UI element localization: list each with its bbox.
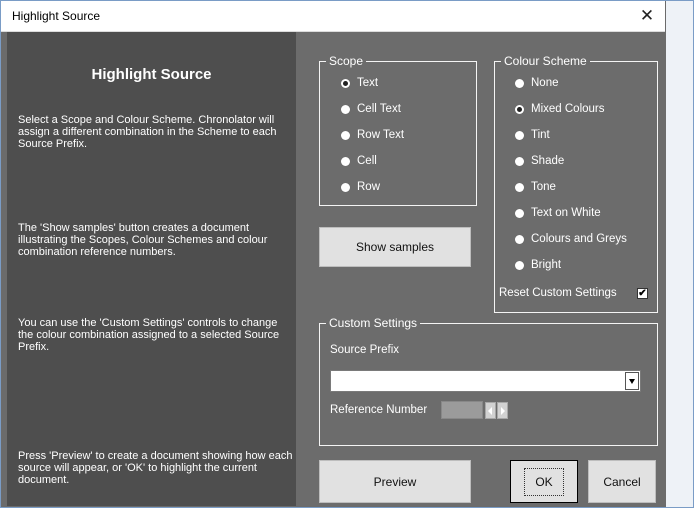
source-prefix-label: Source Prefix (330, 344, 400, 356)
close-button[interactable]: ✕ (633, 4, 661, 28)
radio-icon (515, 130, 524, 140)
scope-option-label: Row (357, 181, 381, 193)
scope-legend: Scope (329, 54, 364, 68)
scheme-option-label: Shade (531, 155, 565, 167)
spin-left-icon[interactable] (485, 402, 496, 419)
reference-number-label: Reference Number (330, 404, 428, 416)
title-bar: Highlight Source ✕ (1, 1, 665, 32)
preview-button[interactable]: Preview (319, 460, 471, 503)
reset-custom-settings-label: Reset Custom Settings (499, 287, 617, 299)
radio-icon (515, 156, 524, 166)
custom-settings-help-text: You can use the 'Custom Settings' contro… (18, 317, 280, 353)
window-title: Highlight Source (12, 9, 101, 23)
scope-radio-text[interactable]: Text (341, 77, 378, 89)
scheme-option-label: Text on White (531, 207, 601, 219)
spin-right-icon[interactable] (497, 402, 508, 419)
radio-icon (341, 130, 350, 140)
scheme-radio-bright[interactable]: Bright (515, 259, 561, 271)
radio-icon (341, 182, 350, 192)
custom-settings-legend: Custom Settings (329, 316, 418, 330)
scope-option-label: Row Text (357, 129, 405, 141)
window-edge (666, 1, 693, 507)
show-samples-help-text: The 'Show samples' button creates a docu… (18, 222, 268, 258)
radio-icon (515, 182, 524, 192)
scheme-option-label: Colours and Greys (531, 233, 627, 245)
source-prefix-select[interactable] (330, 370, 641, 392)
check-icon: ✔ (638, 288, 647, 299)
reference-number-field[interactable] (441, 401, 483, 419)
scheme-option-label: Tone (531, 181, 556, 193)
radio-icon (341, 104, 350, 114)
scheme-option-label: Tint (531, 129, 550, 141)
dropdown-arrow-icon[interactable] (625, 372, 639, 390)
preview-help-text: Press 'Preview' to create a document sho… (18, 450, 293, 486)
radio-icon (515, 260, 524, 270)
scope-radio-cell[interactable]: Cell (341, 155, 377, 167)
scope-radio-cell-text[interactable]: Cell Text (341, 103, 401, 115)
scheme-radio-none[interactable]: None (515, 77, 559, 89)
show-samples-button[interactable]: Show samples (319, 227, 471, 267)
close-icon: ✕ (639, 6, 655, 25)
scheme-option-label: None (531, 77, 559, 89)
scheme-radio-shade[interactable]: Shade (515, 155, 564, 167)
scheme-radio-colours-and-greys[interactable]: Colours and Greys (515, 233, 627, 245)
scheme-radio-mixed-colours[interactable]: Mixed Colours (515, 103, 605, 115)
ok-button[interactable]: OK (510, 460, 578, 503)
radio-icon (341, 156, 350, 166)
settings-panel: Scope Text Cell Text Row Text Cell Row Colou… (296, 32, 666, 506)
scheme-radio-text-on-white[interactable]: Text on White (515, 207, 601, 219)
radio-icon (341, 78, 350, 88)
cancel-button[interactable]: Cancel (588, 460, 656, 503)
scope-scheme-help-text: Select a Scope and Colour Scheme. Chrono… (18, 114, 277, 150)
radio-icon (515, 208, 524, 218)
scope-option-label: Cell Text (357, 103, 401, 115)
scope-radio-row-text[interactable]: Row Text (341, 129, 404, 141)
panel-heading: Highlight Source (91, 66, 212, 83)
reset-custom-settings-checkbox[interactable]: ✔ (637, 288, 648, 299)
scheme-radio-tone[interactable]: Tone (515, 181, 556, 193)
radio-icon (515, 234, 524, 244)
scheme-radio-tint[interactable]: Tint (515, 129, 550, 141)
radio-icon (515, 78, 524, 88)
scheme-option-label: Mixed Colours (531, 103, 605, 115)
scope-option-label: Text (357, 77, 379, 89)
scope-option-label: Cell (357, 155, 377, 167)
scope-radio-row[interactable]: Row (341, 181, 380, 193)
radio-icon (515, 104, 524, 114)
colour-scheme-legend: Colour Scheme (504, 54, 587, 68)
scheme-option-label: Bright (531, 259, 562, 271)
info-panel: Highlight Source Select a Scope and Colo… (7, 32, 296, 506)
ok-label: OK (524, 467, 564, 496)
